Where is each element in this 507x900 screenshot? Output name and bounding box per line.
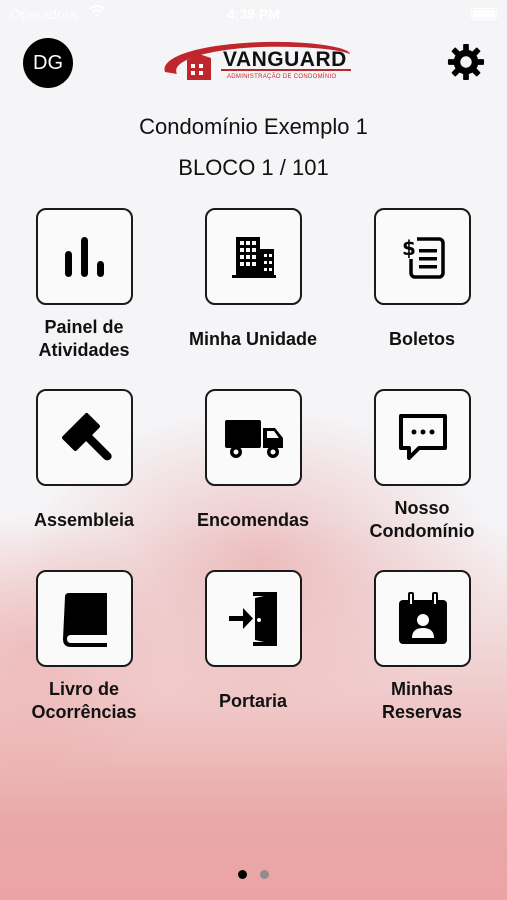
tile-box[interactable]: $	[374, 208, 471, 305]
tile-label: Livro de Ocorrências	[14, 677, 154, 725]
bar-chart-icon	[64, 236, 104, 277]
tile-box[interactable]	[205, 389, 302, 486]
building-icon	[231, 236, 276, 278]
gear-icon[interactable]	[447, 43, 485, 81]
chat-icon	[398, 413, 447, 460]
tile-label: Assembleia	[14, 496, 154, 544]
tile-label: Nosso Condomínio	[352, 496, 492, 544]
tile-label-line-2: Reservas	[381, 702, 463, 722]
tile-box[interactable]	[36, 208, 133, 305]
svg-text:$: $	[402, 236, 416, 260]
tile-label-line-1: Portaria	[218, 690, 288, 711]
tile-label: Minhas Reservas	[352, 677, 492, 725]
tile-label: Painel de Atividades	[14, 315, 154, 363]
tile-label-line-1: Encomendas	[196, 509, 310, 530]
tile-label: Encomendas	[183, 496, 323, 544]
tile-label: Minha Unidade	[183, 315, 323, 363]
tile-label: Portaria	[183, 677, 323, 725]
unit-label: BLOCO 1 / 101	[178, 155, 329, 180]
invoice-icon: $	[400, 234, 445, 279]
tile-label-line-1: Minhas	[390, 679, 453, 699]
tile-box[interactable]	[36, 570, 133, 667]
tile-label-line-2: Condomínio	[369, 521, 475, 541]
vanguard-logo: VANGUARD ADMINISTRAÇÃO DE CONDOMÍNIO	[155, 38, 355, 88]
truck-icon	[224, 419, 283, 458]
clock: 4:39 PM	[227, 6, 280, 22]
page-dot-active[interactable]	[238, 870, 247, 879]
tile-label-line-2: Atividades	[38, 340, 130, 360]
avatar-initials: DG	[33, 51, 63, 74]
condominium-name: Condomínio Exemplo 1	[139, 114, 368, 139]
door-enter-icon	[228, 591, 277, 646]
battery-icon	[471, 8, 497, 20]
tile-label: Boletos	[352, 315, 492, 363]
tile-label-line-1: Assembleia	[33, 509, 135, 530]
tile-label-line-2: Ocorrências	[31, 702, 137, 722]
tile-label-line-1: Painel de	[44, 317, 124, 337]
page-dot-inactive[interactable]	[260, 870, 269, 879]
gavel-icon	[61, 412, 112, 460]
tile-label-line-1: Nosso	[394, 498, 450, 518]
logo-subtitle: ADMINISTRAÇÃO DE CONDOMÍNIO	[227, 74, 337, 80]
tile-box[interactable]	[205, 208, 302, 305]
tile-label-line-1: Minha Unidade	[188, 328, 317, 349]
tile-box[interactable]	[36, 389, 133, 486]
logo-text: VANGUARD	[223, 48, 347, 71]
status-bar: Operadora 4:39 PM	[0, 0, 507, 30]
tile-label-line-1: Boletos	[388, 328, 455, 349]
tile-box[interactable]	[205, 570, 302, 667]
calendar-person-icon	[398, 591, 447, 644]
tile-box[interactable]	[374, 570, 471, 667]
book-icon	[62, 592, 107, 647]
avatar[interactable]: DG	[23, 38, 73, 88]
tile-box[interactable]	[374, 389, 471, 486]
tile-label-line-1: Livro de	[48, 679, 119, 699]
